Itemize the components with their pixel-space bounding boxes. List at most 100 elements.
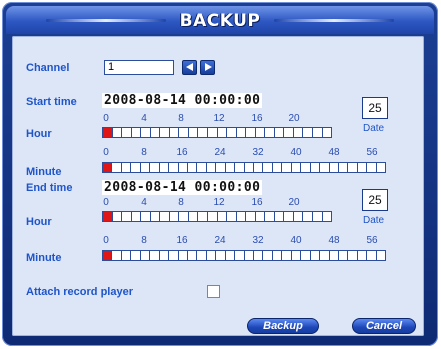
minute-cell[interactable] [150, 251, 160, 260]
start-hour-bar[interactable] [102, 127, 332, 138]
minute-cell[interactable] [357, 163, 368, 172]
minute-cell[interactable] [244, 251, 254, 260]
minute-cell[interactable] [112, 163, 122, 172]
minute-cell[interactable] [272, 163, 283, 172]
hour-cell[interactable] [150, 128, 161, 137]
minute-cell[interactable] [197, 163, 207, 172]
end-hour-bar[interactable] [102, 211, 332, 222]
minute-cell[interactable] [348, 163, 358, 172]
hour-cell[interactable] [313, 128, 323, 137]
minute-cell[interactable] [357, 251, 368, 260]
minute-cell[interactable] [301, 163, 311, 172]
minute-cell[interactable] [178, 251, 188, 260]
minute-cell[interactable] [235, 163, 245, 172]
end-minute-bar[interactable] [102, 250, 386, 261]
minute-cell[interactable] [263, 251, 273, 260]
minute-cell[interactable] [320, 251, 330, 260]
minute-cell[interactable] [216, 163, 226, 172]
hour-cell[interactable] [236, 128, 247, 137]
hour-cell[interactable] [103, 212, 113, 221]
hour-cell[interactable] [112, 212, 123, 221]
hour-cell[interactable] [160, 128, 170, 137]
minute-cell[interactable] [329, 251, 339, 260]
minute-cell[interactable] [197, 251, 207, 260]
hour-cell[interactable] [274, 212, 285, 221]
minute-cell[interactable] [159, 251, 170, 260]
hour-cell[interactable] [179, 128, 189, 137]
minute-cell[interactable] [206, 251, 217, 260]
minute-cell[interactable] [225, 163, 236, 172]
hour-cell[interactable] [131, 212, 142, 221]
hour-cell[interactable] [236, 212, 247, 221]
minute-cell[interactable] [187, 251, 198, 260]
channel-input[interactable]: 1 [104, 60, 174, 75]
minute-cell[interactable] [282, 251, 292, 260]
hour-cell[interactable] [246, 128, 256, 137]
minute-cell[interactable] [301, 251, 311, 260]
hour-cell[interactable] [141, 128, 151, 137]
minute-cell[interactable] [272, 251, 283, 260]
backup-button[interactable]: Backup [247, 318, 319, 334]
hour-cell[interactable] [103, 128, 113, 137]
cancel-button[interactable]: Cancel [352, 318, 416, 334]
minute-cell[interactable] [367, 251, 377, 260]
minute-cell[interactable] [254, 251, 264, 260]
minute-cell[interactable] [244, 163, 254, 172]
minute-cell[interactable] [376, 251, 386, 260]
minute-cell[interactable] [235, 251, 245, 260]
minute-cell[interactable] [121, 163, 132, 172]
hour-cell[interactable] [227, 128, 237, 137]
minute-cell[interactable] [150, 163, 160, 172]
end-datetime-field[interactable]: 2008-08-14 00:00:00 [102, 180, 263, 195]
hour-cell[interactable] [122, 212, 132, 221]
hour-cell[interactable] [322, 128, 332, 137]
hour-cell[interactable] [293, 212, 304, 221]
hour-cell[interactable] [198, 128, 209, 137]
minute-cell[interactable] [112, 251, 122, 260]
minute-cell[interactable] [367, 163, 377, 172]
minute-cell[interactable] [329, 163, 339, 172]
minute-cell[interactable] [131, 163, 141, 172]
channel-prev-button[interactable] [182, 60, 197, 75]
hour-cell[interactable] [274, 128, 285, 137]
minute-cell[interactable] [140, 163, 151, 172]
hour-cell[interactable] [246, 212, 256, 221]
minute-cell[interactable] [348, 251, 358, 260]
minute-cell[interactable] [320, 163, 330, 172]
hour-cell[interactable] [293, 128, 304, 137]
hour-cell[interactable] [313, 212, 323, 221]
minute-cell[interactable] [291, 163, 302, 172]
hour-cell[interactable] [131, 128, 142, 137]
hour-cell[interactable] [188, 212, 199, 221]
minute-cell[interactable] [131, 251, 141, 260]
channel-next-button[interactable] [200, 60, 215, 75]
hour-cell[interactable] [141, 212, 151, 221]
minute-cell[interactable] [103, 163, 113, 172]
minute-cell[interactable] [206, 163, 217, 172]
minute-cell[interactable] [121, 251, 132, 260]
start-datetime-field[interactable]: 2008-08-14 00:00:00 [102, 93, 263, 108]
minute-cell[interactable] [169, 163, 179, 172]
hour-cell[interactable] [322, 212, 332, 221]
hour-cell[interactable] [150, 212, 161, 221]
hour-cell[interactable] [227, 212, 237, 221]
end-date-box[interactable]: 25 [362, 189, 388, 211]
minute-cell[interactable] [338, 163, 349, 172]
start-minute-bar[interactable] [102, 162, 386, 173]
minute-cell[interactable] [169, 251, 179, 260]
minute-cell[interactable] [376, 163, 386, 172]
hour-cell[interactable] [169, 212, 180, 221]
minute-cell[interactable] [310, 251, 321, 260]
hour-cell[interactable] [255, 128, 266, 137]
hour-cell[interactable] [217, 128, 228, 137]
hour-cell[interactable] [112, 128, 123, 137]
minute-cell[interactable] [291, 251, 302, 260]
hour-cell[interactable] [122, 128, 132, 137]
hour-cell[interactable] [198, 212, 209, 221]
hour-cell[interactable] [303, 212, 314, 221]
hour-cell[interactable] [265, 212, 275, 221]
minute-cell[interactable] [263, 163, 273, 172]
minute-cell[interactable] [282, 163, 292, 172]
minute-cell[interactable] [103, 251, 113, 260]
hour-cell[interactable] [160, 212, 170, 221]
